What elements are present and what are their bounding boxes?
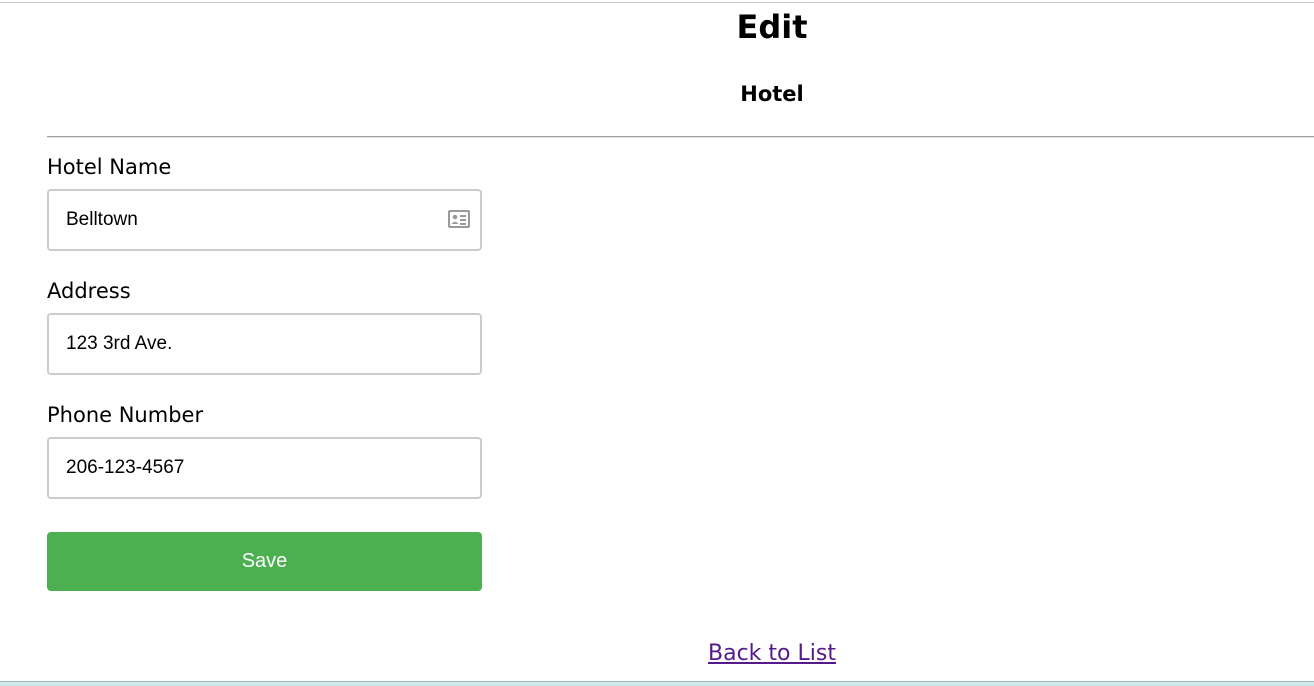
contact-card-icon[interactable] [447, 209, 471, 229]
header-divider [47, 136, 1314, 138]
back-to-list-link[interactable]: Back to List [708, 641, 836, 666]
page-subtitle: Hotel [740, 82, 804, 106]
window-top-border [0, 2, 1314, 3]
page-title: Edit [736, 8, 808, 46]
address-input[interactable] [47, 313, 482, 375]
address-label: Address [47, 279, 131, 303]
save-button[interactable]: Save [47, 532, 482, 591]
phone-number-label: Phone Number [47, 403, 204, 427]
hotel-name-input[interactable] [47, 189, 482, 251]
window-bottom-strip [0, 681, 1314, 686]
back-link-container: Back to List [0, 638, 1314, 670]
hotel-name-label: Hotel Name [47, 155, 172, 179]
phone-number-input[interactable] [47, 437, 482, 499]
